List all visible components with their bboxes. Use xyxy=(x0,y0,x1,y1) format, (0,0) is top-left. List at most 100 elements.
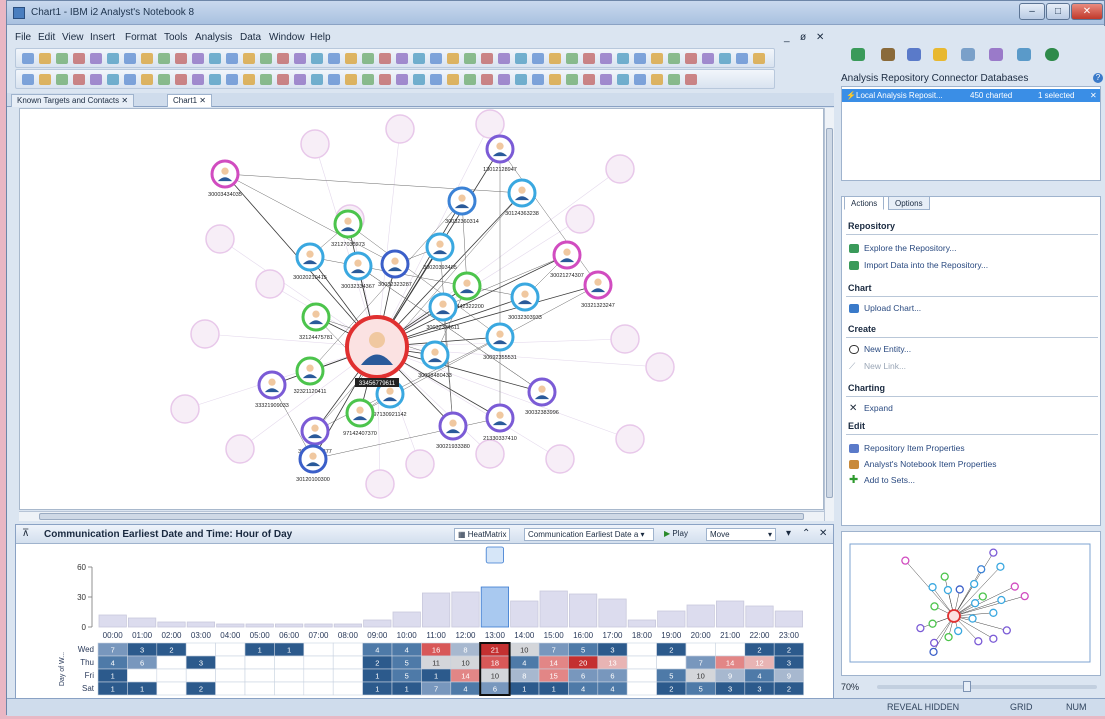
toolbar-icon[interactable] xyxy=(22,74,34,85)
toolbar-icon[interactable] xyxy=(685,53,697,64)
heatmatrix-chart[interactable]: 60 30 0 00:00 01:00 02:00 03:00 04:00 05:00 06:00… xyxy=(16,545,833,717)
person-icon[interactable] xyxy=(301,302,331,332)
heat-cell[interactable] xyxy=(244,655,275,670)
tab-close-icon[interactable]: ✕ xyxy=(199,96,206,105)
toolbar-icon[interactable] xyxy=(311,53,323,64)
person-icon[interactable] xyxy=(295,356,325,386)
toolbar-icon[interactable] xyxy=(549,53,561,64)
center-entity[interactable]: 33456779611 xyxy=(345,315,409,387)
person-icon[interactable] xyxy=(333,209,363,239)
heat-cell[interactable] xyxy=(626,642,657,657)
heatmatrix-button[interactable]: ▦ HeatMatrix xyxy=(454,528,511,541)
person-icon[interactable] xyxy=(552,240,582,270)
toolbar-icon[interactable] xyxy=(175,53,187,64)
heat-cell[interactable] xyxy=(127,668,158,683)
heat-cell[interactable] xyxy=(156,681,187,696)
heat-cell[interactable] xyxy=(303,655,334,670)
hour-bar[interactable] xyxy=(421,592,451,628)
import-data-action[interactable]: Import Data into the Repository... xyxy=(864,260,988,270)
toolbar-icon[interactable] xyxy=(243,53,255,64)
hour-bar[interactable] xyxy=(274,623,304,628)
toolbar-icon[interactable] xyxy=(668,53,680,64)
person-icon[interactable] xyxy=(507,178,537,208)
new-link-action[interactable]: New Link... xyxy=(864,361,906,371)
person-icon[interactable] xyxy=(380,249,410,279)
toolbar-icon[interactable] xyxy=(56,74,68,85)
menu-analysis[interactable]: Analysis xyxy=(195,32,232,43)
person-icon[interactable] xyxy=(298,444,328,474)
heat-cell[interactable] xyxy=(332,668,363,683)
plus-icon[interactable] xyxy=(1017,48,1031,61)
tab-chart1[interactable]: Chart1 ✕ xyxy=(167,94,212,107)
toolbar-icon[interactable] xyxy=(634,74,646,85)
hour-bar[interactable] xyxy=(216,623,245,628)
toolbar-icon[interactable] xyxy=(226,53,238,64)
heat-cell[interactable] xyxy=(685,642,716,657)
toolbar-icon[interactable] xyxy=(158,74,170,85)
toolbar-icon[interactable] xyxy=(243,74,255,85)
menu-insert[interactable]: Insert xyxy=(90,32,115,43)
hour-bar[interactable] xyxy=(186,621,215,628)
person-icon[interactable] xyxy=(428,292,458,322)
toolbar-icon[interactable] xyxy=(447,53,459,64)
toolbar-icon[interactable] xyxy=(498,53,510,64)
heat-cell[interactable] xyxy=(156,668,187,683)
heat-cell[interactable] xyxy=(156,655,187,670)
toolbar-icon[interactable] xyxy=(73,53,85,64)
toolbar-icon[interactable] xyxy=(413,53,425,64)
viewport-rect[interactable] xyxy=(849,543,1091,663)
pin-icon[interactable]: ⊼ xyxy=(22,528,29,539)
toolbar-icon[interactable] xyxy=(600,53,612,64)
hour-bar[interactable] xyxy=(627,619,657,628)
hour-bar[interactable] xyxy=(569,593,598,628)
toolbar-icon[interactable] xyxy=(651,53,663,64)
table-icon[interactable] xyxy=(851,48,865,61)
zoom-slider[interactable] xyxy=(877,685,1097,689)
menu-view[interactable]: View xyxy=(62,32,84,43)
toolbar-icon[interactable] xyxy=(583,74,595,85)
hour-bar[interactable] xyxy=(363,619,392,628)
toolbar-icon[interactable] xyxy=(396,74,408,85)
toolbar-icon[interactable] xyxy=(260,74,272,85)
toolbar-icon[interactable] xyxy=(464,53,476,64)
toolbar-icon[interactable] xyxy=(753,53,765,64)
repository-item-properties-action[interactable]: Repository Item Properties xyxy=(864,443,965,453)
toolbar-icon[interactable] xyxy=(90,53,102,64)
heat-cell[interactable] xyxy=(244,681,275,696)
heat-cell[interactable] xyxy=(303,681,334,696)
overview-window[interactable] xyxy=(841,531,1101,676)
toolbar-icon[interactable] xyxy=(566,74,578,85)
mdi-close-button[interactable]: ✕ xyxy=(816,32,824,43)
toolbar-icon[interactable] xyxy=(294,53,306,64)
toolbar-icon[interactable] xyxy=(396,53,408,64)
toolbar-icon[interactable] xyxy=(209,74,221,85)
help-icon[interactable]: ? xyxy=(1093,73,1103,83)
link-line[interactable] xyxy=(312,417,501,460)
toolbar-icon[interactable] xyxy=(107,53,119,64)
link-chart-canvas[interactable]: 30003434035 13012128947 30032360314 3012436… xyxy=(19,108,824,510)
panel-menu-icon[interactable]: ▾ xyxy=(786,528,791,541)
heat-cell[interactable] xyxy=(274,655,305,670)
person-icon[interactable] xyxy=(510,282,540,312)
heat-cell[interactable] xyxy=(215,668,246,683)
toolbar-icon[interactable] xyxy=(617,74,629,85)
toolbar-icon[interactable] xyxy=(430,74,442,85)
heat-cell[interactable] xyxy=(215,655,246,670)
hour-bar[interactable] xyxy=(98,614,127,628)
person-icon[interactable] xyxy=(420,340,450,370)
link-line[interactable] xyxy=(224,173,523,194)
toolbar-icon[interactable] xyxy=(549,74,561,85)
toolbar-icon[interactable] xyxy=(294,74,306,85)
toolbar-icon[interactable] xyxy=(362,74,374,85)
time-slider-handle[interactable] xyxy=(485,546,505,564)
close-button[interactable]: ✕ xyxy=(1071,3,1103,20)
toolbar-icon[interactable] xyxy=(141,74,153,85)
mode-dropdown[interactable]: Move ▾ xyxy=(706,528,776,541)
heat-cell[interactable] xyxy=(274,668,305,683)
globe-icon[interactable] xyxy=(1045,48,1059,61)
notebook-item-properties-action[interactable]: Analyst's Notebook Item Properties xyxy=(864,459,997,469)
add-to-sets-action[interactable]: Add to Sets... xyxy=(864,475,915,485)
toolbar-icon[interactable] xyxy=(345,74,357,85)
zoom-slider-thumb[interactable] xyxy=(963,681,971,692)
toolbar-icon[interactable] xyxy=(141,53,153,64)
